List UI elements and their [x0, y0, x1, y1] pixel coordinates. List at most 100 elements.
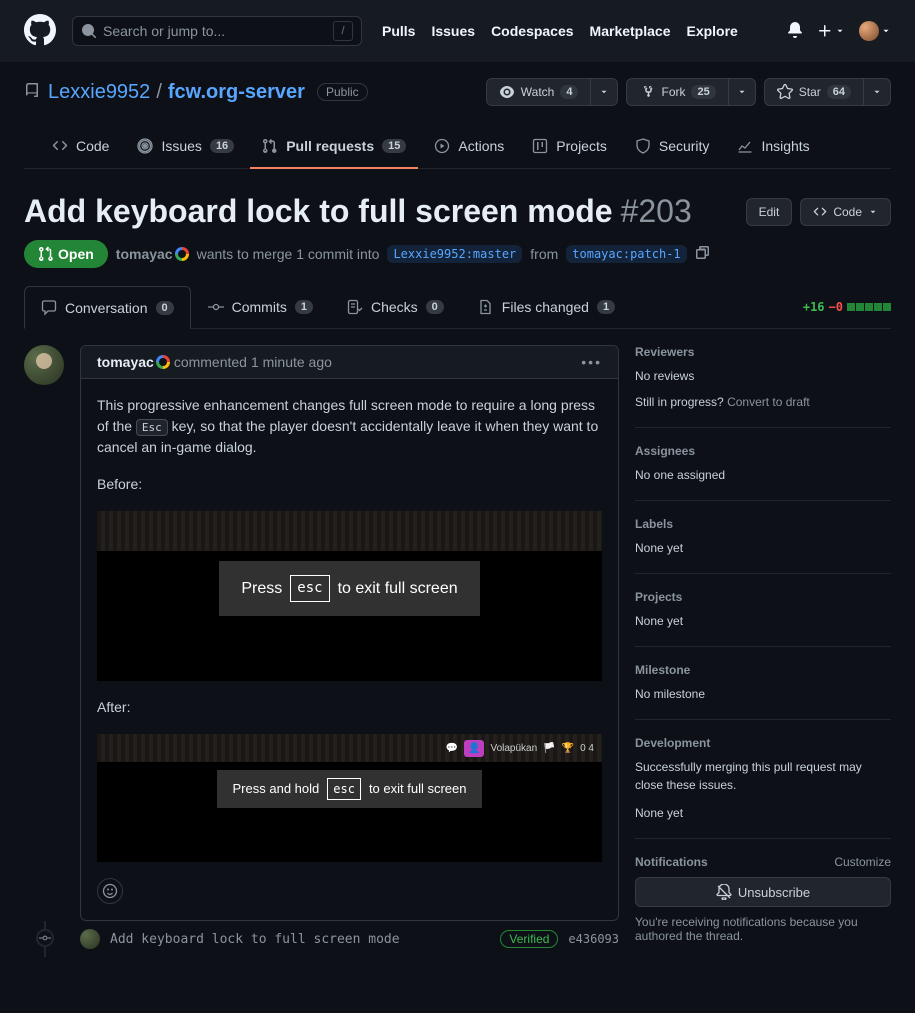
notification-reason: You're receiving notifications because y… — [635, 915, 891, 943]
notifications-icon[interactable] — [787, 22, 803, 41]
add-reaction-button[interactable] — [97, 878, 123, 904]
project-icon — [532, 138, 548, 154]
smiley-icon — [102, 883, 118, 899]
file-diff-icon — [478, 299, 494, 315]
graph-icon — [737, 138, 753, 154]
tab-code[interactable]: Code — [40, 130, 121, 168]
before-screenshot[interactable]: Press esc to exit full screen — [97, 511, 602, 681]
caret-down-icon — [599, 87, 609, 97]
user-menu[interactable] — [859, 21, 891, 41]
customize-link[interactable]: Customize — [834, 855, 891, 869]
watch-label: Watch — [521, 85, 555, 99]
pr-from-label: from — [530, 246, 558, 262]
pr-author-link[interactable]: tomayac — [116, 246, 189, 262]
search-input[interactable]: Search or jump to... / — [72, 16, 362, 46]
nav-issues[interactable]: Issues — [431, 23, 475, 39]
esc-key: Esc — [136, 419, 168, 436]
watch-button[interactable]: Watch 4 — [486, 78, 592, 106]
github-logo-icon[interactable] — [24, 14, 56, 49]
comment-icon — [41, 300, 57, 316]
create-new-button[interactable] — [817, 23, 845, 39]
comment-menu-button[interactable]: ••• — [581, 354, 602, 370]
visibility-badge: Public — [317, 83, 368, 101]
play-icon — [434, 138, 450, 154]
edit-button[interactable]: Edit — [746, 198, 793, 226]
nav-marketplace[interactable]: Marketplace — [590, 23, 671, 39]
shield-icon — [635, 138, 651, 154]
issue-icon — [137, 138, 153, 154]
code-button[interactable]: Code — [800, 198, 891, 226]
plus-icon — [817, 23, 833, 39]
fork-button[interactable]: Fork 25 — [626, 78, 728, 106]
nav-codespaces[interactable]: Codespaces — [491, 23, 573, 39]
checklist-icon — [347, 299, 363, 315]
commit-author-avatar[interactable] — [80, 929, 100, 949]
repo-owner-link[interactable]: Lexxie9952 — [48, 81, 150, 104]
star-count: 64 — [827, 85, 851, 99]
user-avatar — [859, 21, 879, 41]
star-dropdown[interactable] — [864, 78, 891, 106]
head-branch[interactable]: tomayac:patch-1 — [566, 245, 686, 263]
after-label: After: — [97, 697, 602, 718]
development-heading[interactable]: Development — [635, 736, 891, 750]
nav-pulls[interactable]: Pulls — [382, 23, 415, 39]
repo-separator: / — [156, 81, 162, 104]
reviewers-heading[interactable]: Reviewers — [635, 345, 891, 359]
issues-count: 16 — [210, 139, 234, 153]
star-icon — [777, 84, 793, 100]
caret-down-icon — [835, 26, 845, 36]
google-logo-icon — [175, 247, 189, 261]
tab-pull-requests[interactable]: Pull requests 15 — [250, 130, 418, 168]
watch-dropdown[interactable] — [591, 78, 618, 106]
tab-security[interactable]: Security — [623, 130, 722, 168]
tab-issues[interactable]: Issues 16 — [125, 130, 246, 168]
milestone-heading[interactable]: Milestone — [635, 663, 891, 677]
pr-tab-conversation[interactable]: Conversation 0 — [24, 286, 191, 329]
tab-actions[interactable]: Actions — [422, 130, 516, 168]
labels-heading[interactable]: Labels — [635, 517, 891, 531]
commit-message[interactable]: Add keyboard lock to full screen mode — [110, 932, 490, 947]
unsubscribe-button[interactable]: Unsubscribe — [635, 877, 891, 907]
tab-insights[interactable]: Insights — [725, 130, 821, 168]
fork-dropdown[interactable] — [729, 78, 756, 106]
notifications-heading: Notifications Customize — [635, 855, 891, 869]
base-branch[interactable]: Lexxie9952:master — [387, 245, 522, 263]
pr-tab-files[interactable]: Files changed 1 — [461, 286, 632, 328]
code-icon — [52, 138, 68, 154]
assignees-text: No one assigned — [635, 466, 891, 484]
search-icon — [81, 23, 97, 39]
repo-icon — [24, 83, 40, 102]
convert-to-draft-link[interactable]: Convert to draft — [727, 395, 810, 409]
commit-timeline-marker — [36, 929, 54, 947]
milestone-text: No milestone — [635, 685, 891, 703]
pr-tab-checks[interactable]: Checks 0 — [330, 286, 461, 328]
fork-label: Fork — [661, 85, 685, 99]
comment-paragraph: This progressive enhancement changes ful… — [97, 395, 602, 458]
repo-name-link[interactable]: fcw.org-server — [168, 81, 305, 104]
pull-request-icon — [262, 138, 278, 154]
nav-explore[interactable]: Explore — [686, 23, 737, 39]
comment-author-link[interactable]: tomayac — [97, 354, 170, 370]
caret-down-icon — [868, 207, 878, 217]
pr-meta-text: wants to merge 1 commit into — [197, 246, 380, 262]
pr-tab-commits[interactable]: Commits 1 — [191, 286, 330, 328]
verified-badge[interactable]: Verified — [500, 930, 558, 948]
comment-author-avatar[interactable] — [24, 345, 64, 385]
eye-icon — [499, 84, 515, 100]
tab-projects[interactable]: Projects — [520, 130, 619, 168]
projects-heading[interactable]: Projects — [635, 590, 891, 604]
comment-timestamp[interactable]: 1 minute ago — [251, 354, 332, 370]
development-none: None yet — [635, 804, 891, 822]
copy-icon[interactable] — [695, 245, 711, 264]
commit-sha[interactable]: e436093 — [568, 932, 619, 946]
slash-key-hint: / — [333, 21, 353, 41]
pull-request-icon — [38, 246, 54, 262]
fork-icon — [639, 84, 655, 100]
star-button[interactable]: Star 64 — [764, 78, 864, 106]
after-screenshot[interactable]: 💬 👤 Volapükan 🏳️ 🏆 0 4 Press and hold — [97, 734, 602, 862]
bell-slash-icon — [716, 884, 732, 900]
assignees-heading[interactable]: Assignees — [635, 444, 891, 458]
caret-down-icon — [872, 87, 882, 97]
reviewers-text: No reviews — [635, 367, 891, 385]
development-text: Successfully merging this pull request m… — [635, 758, 891, 794]
